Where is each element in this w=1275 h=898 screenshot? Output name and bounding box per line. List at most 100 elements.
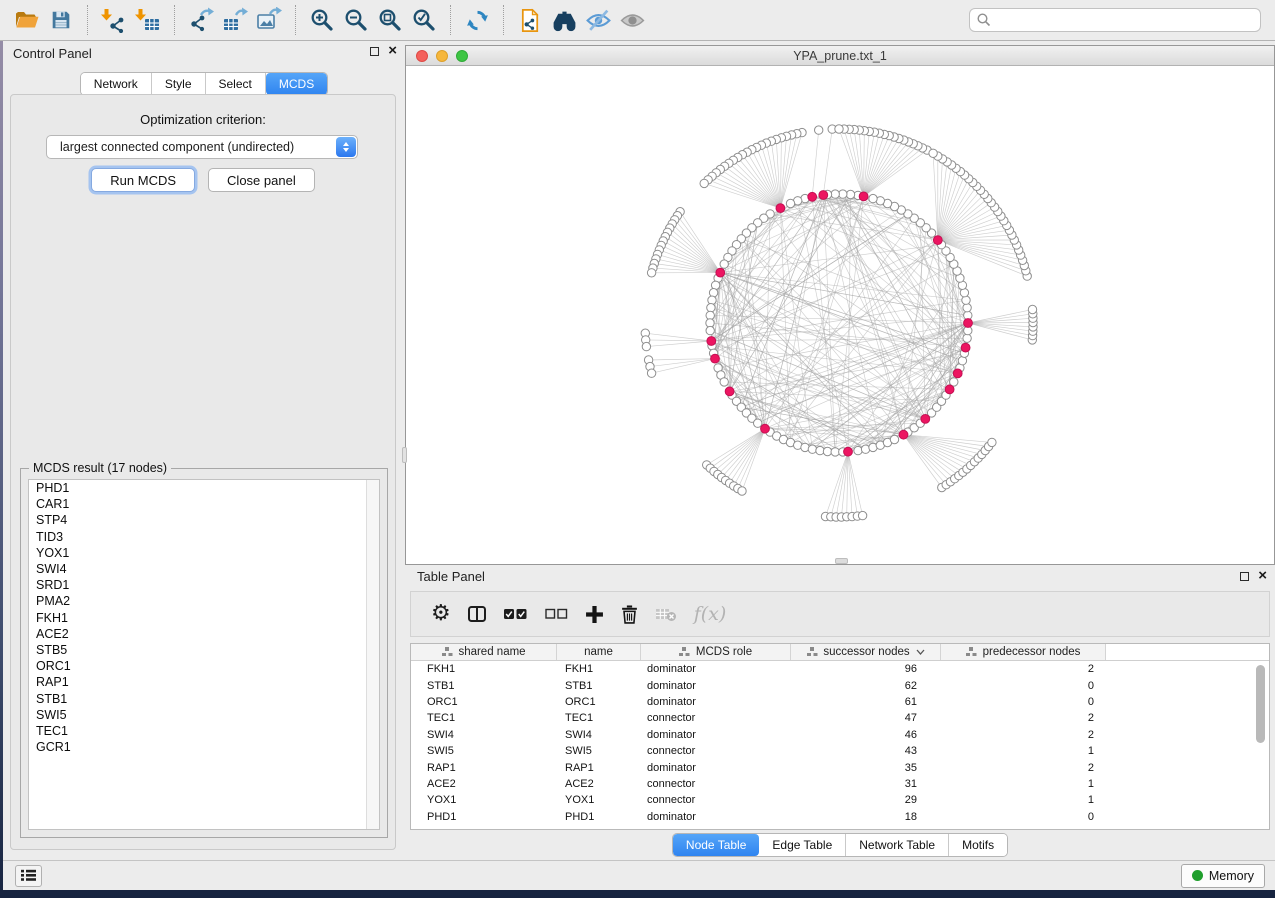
close-panel-icon[interactable]: ×	[1258, 571, 1267, 581]
tab-node-table[interactable]: Node Table	[673, 834, 760, 856]
network-hub-node[interactable]	[933, 236, 942, 245]
memory-button[interactable]: Memory	[1181, 864, 1265, 888]
network-node[interactable]	[988, 438, 996, 446]
mcds-result-item[interactable]: CAR1	[29, 496, 379, 512]
split-divider-handle[interactable]	[835, 558, 848, 564]
tab-style[interactable]: Style	[152, 73, 206, 95]
network-node[interactable]	[647, 269, 655, 277]
delete-row-icon[interactable]	[621, 604, 638, 624]
network-node[interactable]	[642, 342, 650, 350]
mcds-list-scrollbar[interactable]	[366, 480, 379, 829]
column-header-mcds-role[interactable]: MCDS role	[641, 644, 791, 660]
network-hub-node[interactable]	[808, 192, 817, 201]
mcds-result-item[interactable]: STB5	[29, 642, 379, 658]
tab-select[interactable]: Select	[206, 73, 266, 95]
optimization-criterion-select[interactable]: largest connected component (undirected)	[46, 135, 358, 159]
deselect-all-icon[interactable]	[545, 608, 568, 620]
table-settings-icon[interactable]: ⚙	[431, 603, 451, 625]
mcds-result-list[interactable]: PHD1CAR1STP4TID3YOX1SWI4SRD1PMA2FKH1ACE2…	[28, 479, 380, 830]
table-row[interactable]: SWI4SWI4dominator462	[411, 727, 1269, 743]
network-node[interactable]	[1028, 305, 1036, 313]
hide-selected-eye-icon[interactable]	[581, 3, 615, 37]
share-document-icon[interactable]	[513, 3, 547, 37]
split-divider-handle[interactable]	[402, 447, 407, 463]
window-zoom-traffic-light[interactable]	[456, 50, 468, 62]
window-close-traffic-light[interactable]	[416, 50, 428, 62]
network-node[interactable]	[963, 334, 971, 342]
network-hub-node[interactable]	[945, 385, 954, 394]
tab-mcds[interactable]: MCDS	[266, 73, 327, 95]
mcds-result-item[interactable]: FKH1	[29, 610, 379, 626]
mcds-result-item[interactable]: STP4	[29, 512, 379, 528]
network-node[interactable]	[869, 194, 877, 202]
close-panel-button[interactable]: Close panel	[208, 168, 315, 192]
table-row[interactable]: SWI5SWI5connector431	[411, 743, 1269, 759]
save-session-icon[interactable]	[44, 3, 78, 37]
network-canvas[interactable]	[406, 67, 1274, 564]
tab-edge-table[interactable]: Edge Table	[759, 834, 846, 856]
mcds-result-item[interactable]: GCR1	[29, 739, 379, 755]
network-node[interactable]	[707, 304, 715, 312]
close-panel-icon[interactable]: ×	[388, 46, 397, 56]
network-hub-node[interactable]	[899, 430, 908, 439]
network-node[interactable]	[706, 326, 714, 334]
open-file-icon[interactable]	[10, 3, 44, 37]
column-split-icon[interactable]	[468, 606, 486, 622]
tab-network[interactable]: Network	[81, 73, 152, 95]
table-row[interactable]: RAP1RAP1dominator352	[411, 759, 1269, 775]
search-input[interactable]	[992, 11, 1260, 29]
table-row[interactable]: ACE2ACE2connector311	[411, 776, 1269, 792]
column-header-predecessor-nodes[interactable]: predecessor nodes	[941, 644, 1106, 660]
export-table-icon[interactable]	[218, 3, 252, 37]
network-hub-node[interactable]	[844, 447, 853, 456]
table-row[interactable]: TEC1TEC1connector472	[411, 710, 1269, 726]
network-hub-node[interactable]	[859, 192, 868, 201]
network-node[interactable]	[962, 296, 970, 304]
network-node[interactable]	[808, 445, 816, 453]
search-field[interactable]	[969, 8, 1261, 32]
network-hub-node[interactable]	[707, 337, 716, 346]
network-node[interactable]	[858, 511, 866, 519]
mcds-result-item[interactable]: TEC1	[29, 723, 379, 739]
table-row[interactable]: FKH1FKH1dominator962	[411, 661, 1269, 677]
tab-motifs[interactable]: Motifs	[949, 834, 1007, 856]
mcds-result-item[interactable]: STB1	[29, 691, 379, 707]
column-header-name[interactable]: name	[557, 644, 641, 660]
mcds-result-item[interactable]: PMA2	[29, 593, 379, 609]
network-node[interactable]	[846, 190, 854, 198]
network-node[interactable]	[700, 179, 708, 187]
mcds-result-item[interactable]: SWI5	[29, 707, 379, 723]
network-node[interactable]	[647, 369, 655, 377]
network-hub-node[interactable]	[961, 343, 970, 352]
column-header-successor-nodes[interactable]: successor nodes	[791, 644, 941, 660]
network-node[interactable]	[929, 149, 937, 157]
network-node[interactable]	[815, 126, 823, 134]
network-hub-node[interactable]	[716, 268, 725, 277]
mcds-result-item[interactable]: YOX1	[29, 545, 379, 561]
network-hub-node[interactable]	[761, 424, 770, 433]
network-hub-node[interactable]	[921, 415, 930, 424]
zoom-selected-icon[interactable]	[407, 3, 441, 37]
mcds-result-item[interactable]: ORC1	[29, 658, 379, 674]
run-mcds-button[interactable]: Run MCDS	[91, 168, 195, 192]
network-hub-node[interactable]	[725, 387, 734, 396]
network-hub-node[interactable]	[819, 191, 828, 200]
zoom-fit-icon[interactable]	[373, 3, 407, 37]
import-table-icon[interactable]	[131, 3, 165, 37]
zoom-out-icon[interactable]	[339, 3, 373, 37]
find-icon[interactable]	[547, 3, 581, 37]
float-window-icon[interactable]	[370, 47, 379, 56]
select-all-icon[interactable]	[503, 607, 528, 621]
mcds-result-item[interactable]: SWI4	[29, 561, 379, 577]
mcds-result-item[interactable]: TID3	[29, 529, 379, 545]
import-network-icon[interactable]	[97, 3, 131, 37]
column-header-shared-name[interactable]: shared name	[411, 644, 557, 660]
float-window-icon[interactable]	[1240, 572, 1249, 581]
add-row-icon[interactable]	[585, 605, 604, 624]
table-row[interactable]: YOX1YOX1connector291	[411, 792, 1269, 808]
window-minimize-traffic-light[interactable]	[436, 50, 448, 62]
table-scrollbar-thumb[interactable]	[1256, 665, 1265, 743]
mcds-result-item[interactable]: PHD1	[29, 480, 379, 496]
network-node[interactable]	[890, 435, 898, 443]
table-row[interactable]: PHD1PHD1dominator180	[411, 809, 1269, 825]
